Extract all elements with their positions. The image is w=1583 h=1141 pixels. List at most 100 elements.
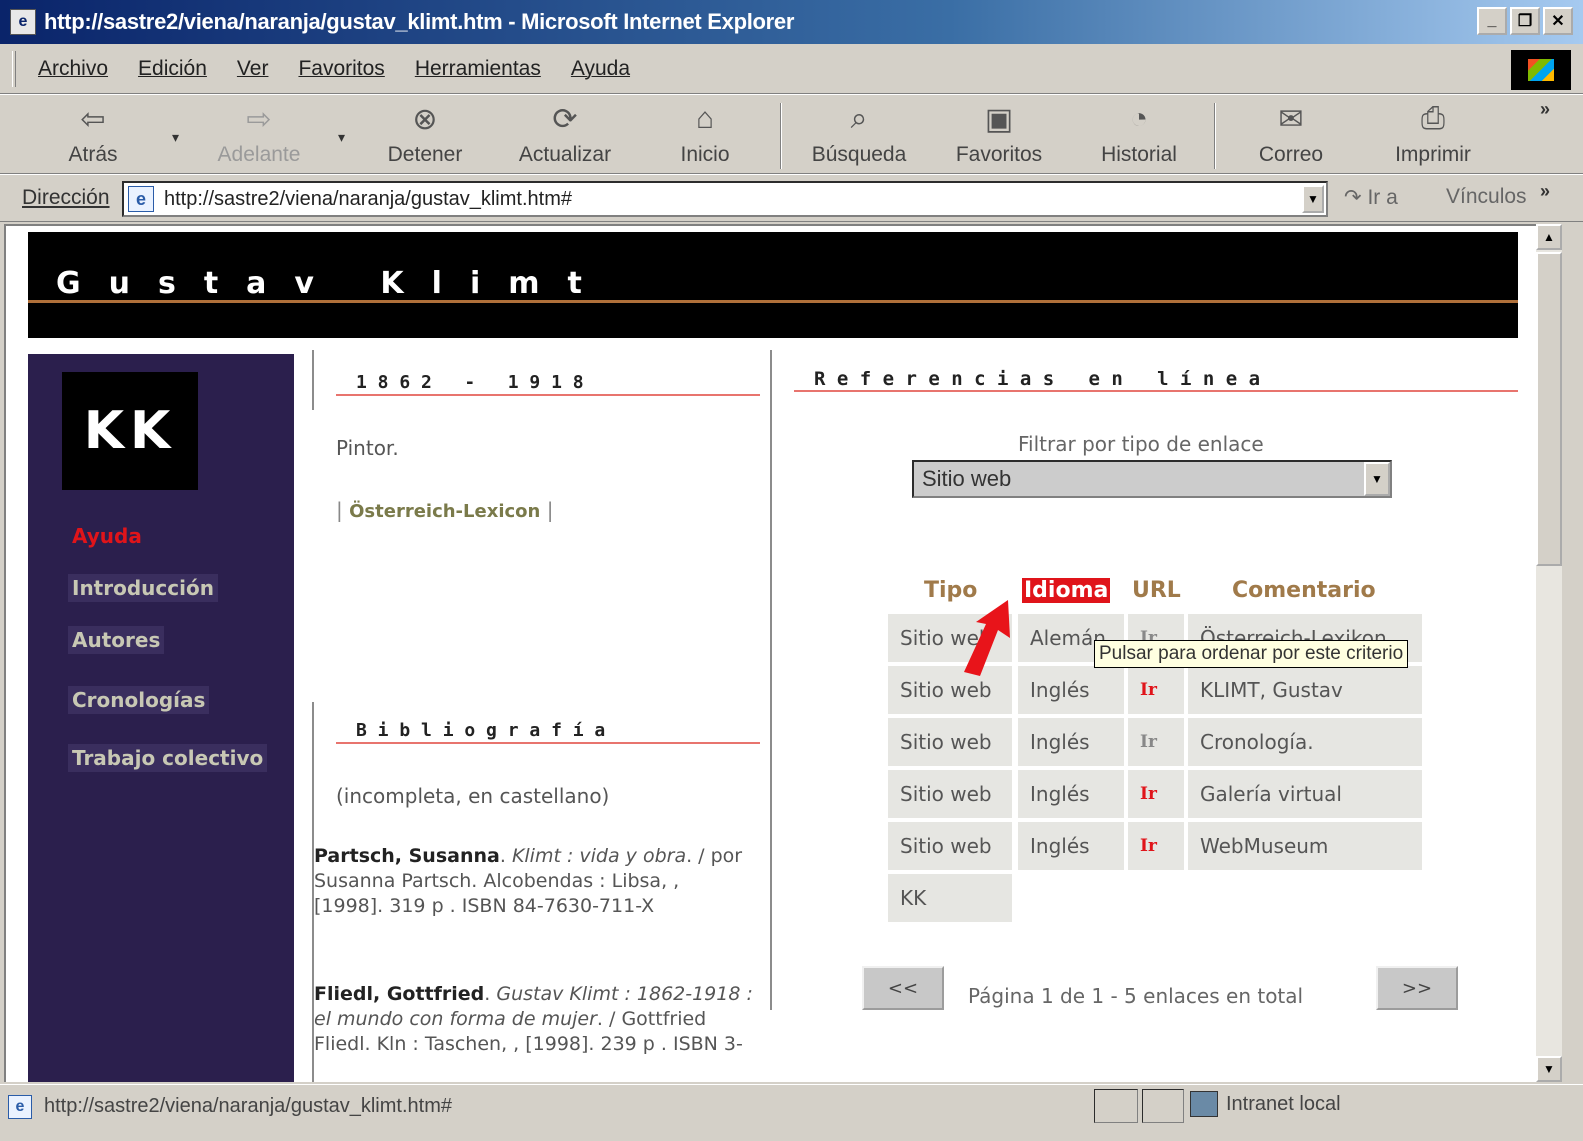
- lexicon-link-group: | Österreich-Lexicon |: [336, 498, 553, 522]
- menu-bar: Archivo Edición Ver Favoritos Herramient…: [0, 44, 1583, 94]
- menu-herramientas[interactable]: Herramientas: [415, 57, 541, 81]
- mail-icon: ✉: [1278, 102, 1304, 136]
- history-button[interactable]: ◔ Historial: [1084, 99, 1194, 167]
- minimize-button[interactable]: _: [1477, 7, 1507, 35]
- window-title: http://sastre2/viena/naranja/gustav_klim…: [44, 9, 795, 34]
- windows-logo: [1511, 50, 1571, 90]
- nav-item-introduccion[interactable]: Introducción: [68, 574, 218, 602]
- filter-label: Filtrar por tipo de enlace: [1018, 432, 1264, 456]
- bibliography-heading: B i b l i o g r a f í a: [356, 720, 606, 741]
- menu-ayuda[interactable]: Ayuda: [571, 57, 630, 81]
- table-cell-comentario: Cronología.: [1188, 718, 1422, 766]
- address-label: Dirección: [22, 186, 110, 209]
- mail-button[interactable]: ✉ Correo: [1236, 99, 1346, 167]
- go-arrow-icon: ↷: [1344, 186, 1362, 209]
- favorites-folder-icon: ▣: [984, 102, 1014, 136]
- links-chevron-icon[interactable]: »: [1540, 181, 1550, 202]
- history-label: Historial: [1101, 143, 1177, 166]
- standard-toolbar: ⇦ Atrás ▾ ⇨ Adelante ▾ ⊗ Detener ⟳ Actua…: [0, 94, 1583, 174]
- column-header-idioma[interactable]: Idioma: [1022, 578, 1111, 603]
- address-url[interactable]: http://sastre2/viena/naranja/gustav_klim…: [164, 188, 572, 211]
- print-button[interactable]: ⎙ Imprimir: [1378, 99, 1488, 167]
- bib-author: Fliedl, Gottfried: [314, 983, 485, 1005]
- bib-author: Partsch, Susanna: [314, 845, 500, 867]
- nav-item-ayuda[interactable]: Ayuda: [68, 522, 146, 550]
- column-header-comentario[interactable]: Comentario: [1232, 578, 1376, 603]
- address-input[interactable]: e http://sastre2/viena/naranja/gustav_kl…: [122, 181, 1328, 217]
- table-cell-go-link[interactable]: Ir: [1128, 822, 1184, 870]
- go-button[interactable]: ↷ Ir a: [1344, 185, 1398, 210]
- scroll-down-arrow-icon[interactable]: ▼: [1536, 1056, 1562, 1082]
- forward-button[interactable]: ⇨ Adelante: [204, 99, 314, 167]
- address-bar: Dirección e http://sastre2/viena/naranja…: [0, 174, 1583, 222]
- back-button[interactable]: ⇦ Atrás: [38, 99, 148, 167]
- nav-item-cronologias[interactable]: Cronologías: [68, 686, 210, 714]
- intranet-zone-icon: [1190, 1091, 1218, 1117]
- column-header-url[interactable]: URL: [1132, 578, 1181, 603]
- toolbar-separator: [1214, 103, 1216, 169]
- table-cell-comentario: WebMuseum: [1188, 822, 1422, 870]
- banner-title: Gustav Klimt: [56, 266, 610, 301]
- table-cell-go-link[interactable]: Ir: [1128, 718, 1184, 766]
- table-cell-tipo: Sitio web: [888, 770, 1012, 818]
- table-cell-tipo: Sitio web: [888, 718, 1012, 766]
- page-banner: Gustav Klimt: [28, 232, 1518, 338]
- printer-icon: ⎙: [1421, 102, 1445, 135]
- back-dropdown[interactable]: ▾: [172, 129, 179, 146]
- stop-button[interactable]: ⊗ Detener: [370, 99, 480, 167]
- favorites-label: Favoritos: [955, 143, 1043, 166]
- search-label: Búsqueda: [811, 143, 907, 166]
- table-cell-go-link[interactable]: Ir: [1128, 666, 1184, 714]
- links-label: Vínculos: [1446, 185, 1527, 208]
- links-button[interactable]: Vínculos: [1446, 185, 1527, 209]
- bib-title: Klimt : vida y obra: [511, 845, 687, 867]
- stop-icon: ⊗: [412, 102, 438, 136]
- banner-rule: [28, 300, 1518, 303]
- lexicon-link[interactable]: Österreich-Lexicon: [349, 501, 540, 522]
- page-viewport: Gustav Klimt KK Ayuda Introducción Autor…: [4, 224, 1536, 1082]
- close-button[interactable]: ✕: [1543, 7, 1573, 35]
- security-zone: Intranet local: [1190, 1091, 1341, 1117]
- menu-ver[interactable]: Ver: [237, 57, 269, 81]
- windows-flag-icon: [1528, 59, 1554, 81]
- bibliography-entry: Fliedl, Gottfried. Gustav Klimt : 1862-1…: [314, 983, 753, 1055]
- table-cell-idioma: Inglés: [1018, 770, 1124, 818]
- back-arrow-icon: ⇦: [80, 102, 106, 136]
- table-cell-comentario: KLIMT, Gustav: [1188, 666, 1422, 714]
- left-nav: KK Ayuda Introducción Autores Cronología…: [28, 354, 294, 1082]
- nav-item-trabajo-colectivo[interactable]: Trabajo colectivo: [68, 744, 268, 772]
- ie-page-icon: e: [10, 9, 36, 35]
- forward-dropdown[interactable]: ▾: [338, 129, 345, 146]
- nav-item-autores[interactable]: Autores: [68, 626, 165, 654]
- scroll-up-arrow-icon[interactable]: ▲: [1536, 224, 1562, 250]
- next-page-button[interactable]: >>: [1376, 966, 1458, 1010]
- column-divider: [770, 350, 772, 1010]
- toolbar-separator: [780, 103, 782, 169]
- role-text: Pintor.: [336, 436, 399, 460]
- search-icon: ⌕: [850, 102, 868, 135]
- address-dropdown-arrow-icon[interactable]: ▼: [1302, 185, 1324, 213]
- title-bar: e http://sastre2/viena/naranja/gustav_kl…: [0, 0, 1583, 44]
- menu-grip: [12, 50, 16, 87]
- ie-page-icon: e: [128, 186, 154, 212]
- status-pane: [1094, 1089, 1138, 1123]
- select-dropdown-arrow-icon[interactable]: ▼: [1364, 462, 1390, 496]
- scroll-thumb[interactable]: [1536, 252, 1562, 566]
- previous-page-button[interactable]: <<: [862, 966, 944, 1010]
- favorites-button[interactable]: ▣ Favoritos: [944, 99, 1054, 167]
- link-type-select[interactable]: Sitio web ▼: [912, 460, 1392, 498]
- menu-archivo[interactable]: Archivo: [38, 57, 108, 81]
- search-button[interactable]: ⌕ Búsqueda: [804, 99, 914, 167]
- stop-label: Detener: [387, 143, 463, 166]
- forward-label: Adelante: [217, 143, 301, 166]
- toolbar-overflow-chevron-icon[interactable]: »: [1540, 99, 1550, 120]
- vertical-scrollbar[interactable]: ▲ ▼: [1536, 224, 1562, 1082]
- table-cell-go-link[interactable]: Ir: [1128, 770, 1184, 818]
- forward-arrow-icon: ⇨: [246, 102, 272, 136]
- menu-edicion[interactable]: Edición: [138, 57, 207, 81]
- refresh-button[interactable]: ⟳ Actualizar: [510, 99, 620, 167]
- maximize-button[interactable]: ❐: [1510, 7, 1540, 35]
- menu-favoritos[interactable]: Favoritos: [298, 57, 384, 81]
- home-button[interactable]: ⌂ Inicio: [650, 99, 760, 167]
- go-label: Ir a: [1367, 186, 1398, 209]
